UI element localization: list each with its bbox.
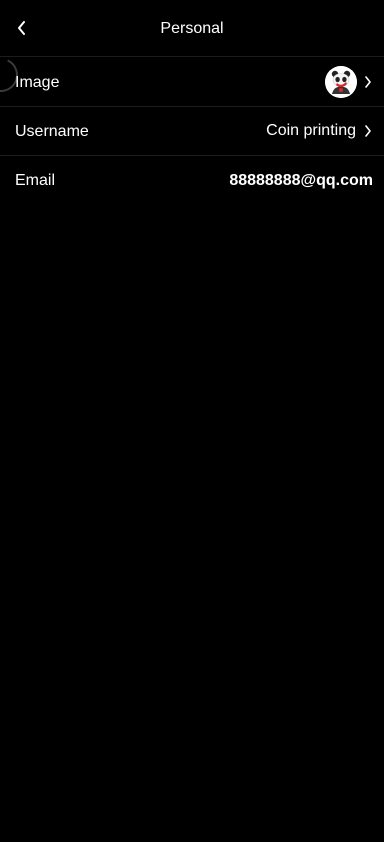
top-nav-bar: Personal xyxy=(0,0,384,57)
email-value: 88888888@qq.com xyxy=(229,172,373,189)
page-title: Personal xyxy=(160,20,224,37)
avatar[interactable] xyxy=(325,66,357,98)
panda-avatar-icon xyxy=(325,66,357,98)
username-value: Coin printing xyxy=(266,122,356,139)
image-row-label: Image xyxy=(15,74,60,91)
username-row-chevron xyxy=(362,123,374,139)
username-row[interactable]: Username Coin printing xyxy=(0,107,384,156)
chevron-right-icon xyxy=(365,125,371,137)
email-row: Email 88888888@qq.com xyxy=(0,156,384,206)
chevron-right-icon xyxy=(365,76,371,88)
image-row-chevron xyxy=(362,74,374,90)
image-row[interactable]: Image xyxy=(0,57,384,107)
email-row-label: Email xyxy=(15,172,56,189)
username-row-label: Username xyxy=(15,123,89,140)
